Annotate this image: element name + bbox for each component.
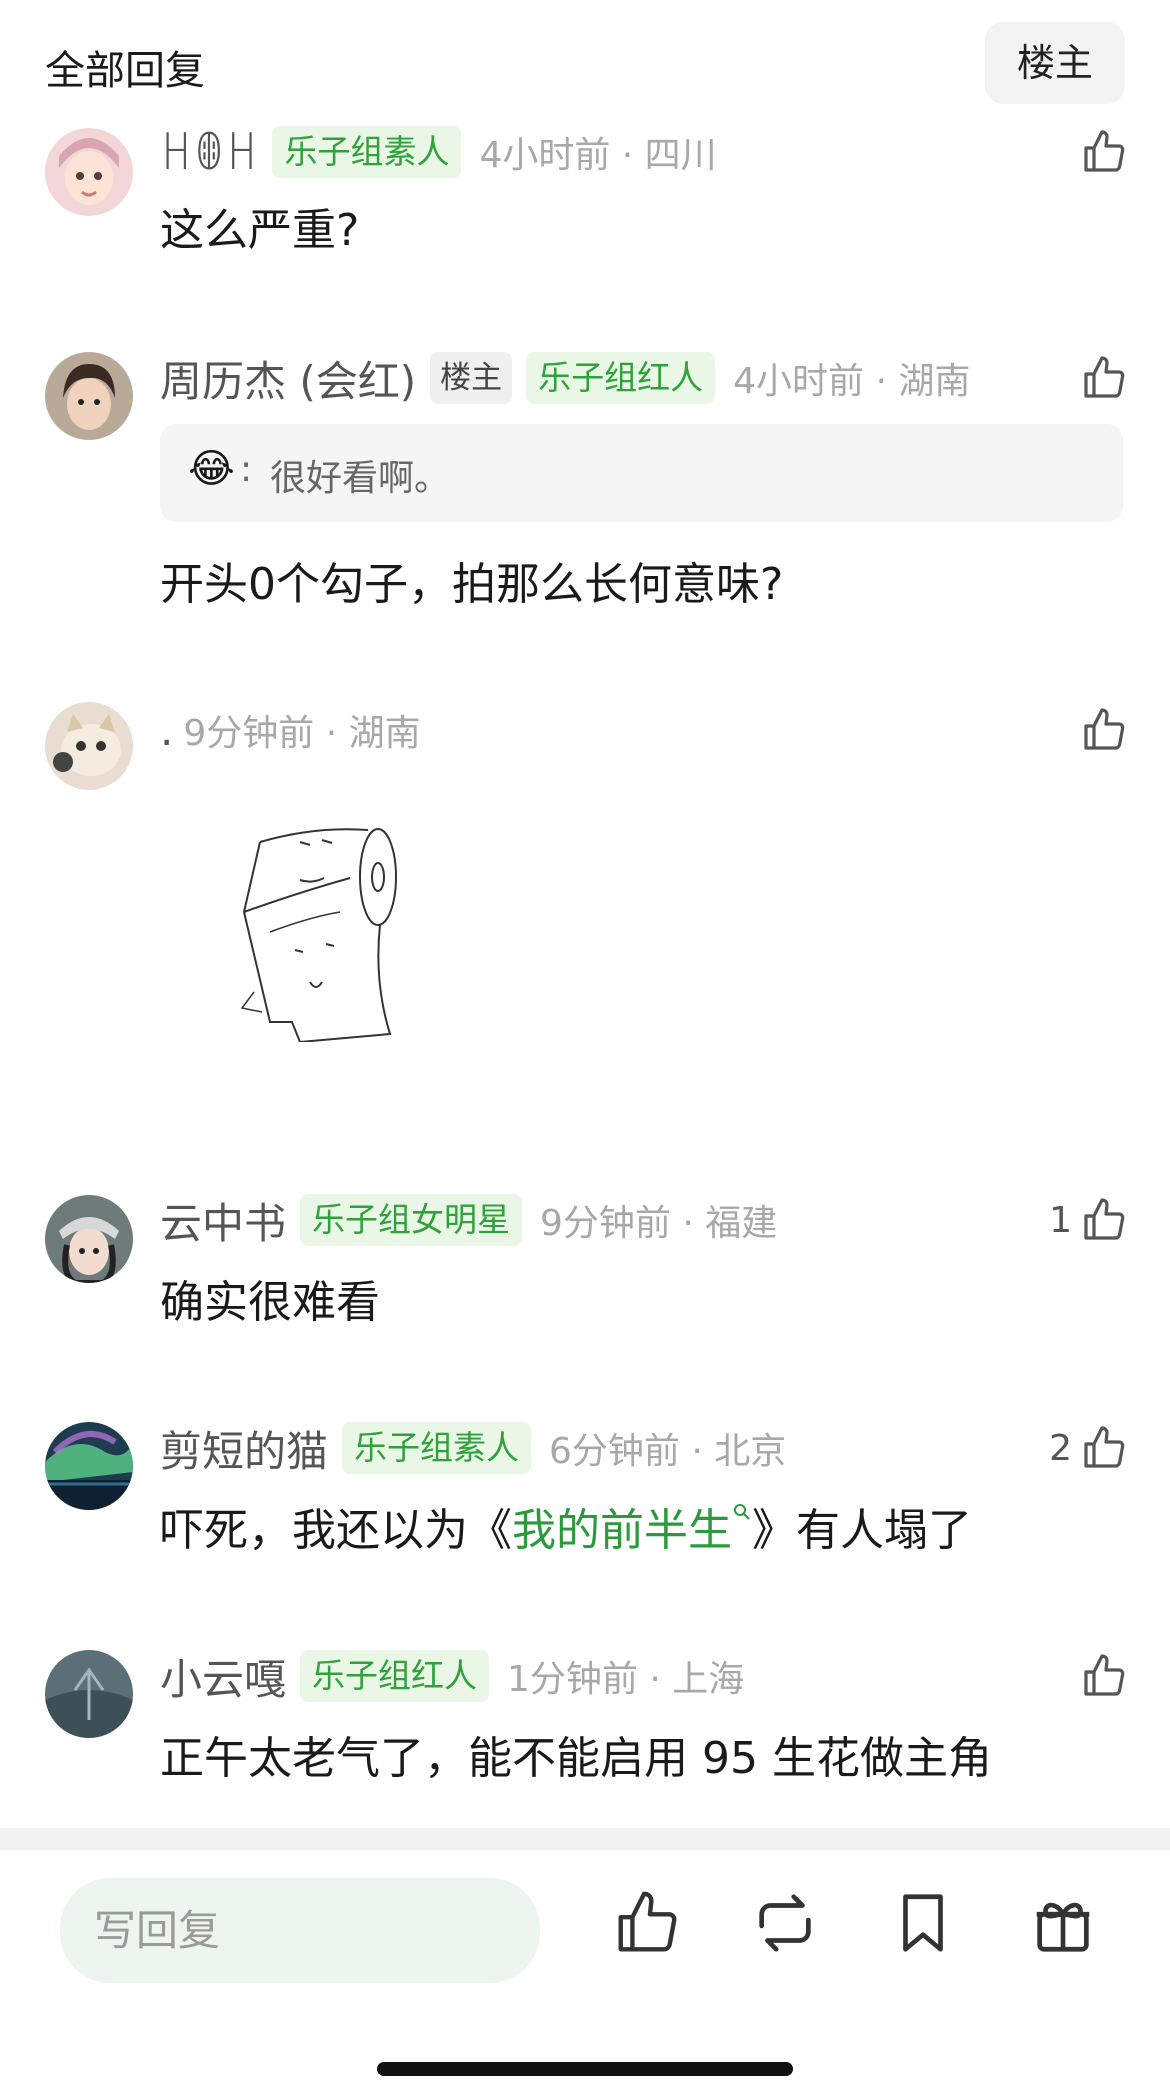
page-title: 全部回复: [45, 48, 205, 94]
comment-text: 正午太老气了，能不能启用 95 生花做主角: [160, 1733, 992, 1784]
divider: [0, 1828, 1170, 1850]
username[interactable]: 剪短的猫: [160, 1418, 328, 1479]
user-badge: 乐子组素人: [342, 1422, 532, 1474]
owner-only-button[interactable]: 楼主: [985, 22, 1125, 104]
thumbs-up-icon: [1084, 1654, 1125, 1696]
comment-text: 开头0个勾子，拍那么长何意味?: [160, 559, 784, 610]
thumbs-up-icon: [1084, 1198, 1125, 1240]
user-badge: 乐子组女明星: [300, 1194, 523, 1246]
reply-input[interactable]: [60, 1878, 540, 1983]
comment-time: 4小时前 · 湖南: [733, 361, 971, 402]
thumbs-up-icon: [1084, 356, 1125, 398]
comment-time: 9分钟前 · 福建: [540, 1203, 778, 1244]
toilet-paper-meme-sticker[interactable]: [240, 822, 400, 1044]
comment-text: 这么严重?: [160, 205, 360, 256]
comment-time: 4小时前 · 四川: [479, 135, 717, 176]
comment-text-before: 吓死，我还以为《: [160, 1505, 512, 1556]
like-button[interactable]: 2: [1049, 1418, 1128, 1478]
like-button[interactable]: [1080, 122, 1128, 182]
bottom-action-bar: [0, 1850, 1170, 2095]
quoted-reply[interactable]: 😂 : 很好看啊。: [160, 424, 1123, 522]
bookmark-icon[interactable]: [888, 1888, 958, 1958]
comment-text-after: 》有人塌了: [752, 1505, 972, 1556]
emoji-laughing-icon: 😂: [188, 446, 235, 492]
quote-text: 很好看啊。: [270, 458, 451, 499]
like-button[interactable]: [1080, 348, 1128, 408]
thumbs-up-icon: [1084, 1426, 1125, 1468]
comment-meta: ꀿꂦꀿ 乐子组素人 4小时前 · 四川: [160, 122, 717, 182]
user-badge: 乐子组红人: [526, 352, 716, 404]
owner-tag: 楼主: [430, 352, 513, 404]
topic-link-label: 我的前半生: [512, 1505, 732, 1556]
username[interactable]: 周历杰 (会红): [160, 348, 416, 409]
username[interactable]: ꀿꂦꀿ: [160, 125, 258, 180]
comment-meta: 小云嘎 乐子组红人 1分钟前 · 上海: [160, 1646, 744, 1706]
search-icon: [734, 1504, 750, 1520]
comment-meta: 云中书 乐子组女明星 9分钟前 · 福建: [160, 1190, 777, 1250]
like-button[interactable]: 1: [1049, 1190, 1128, 1250]
header: 全部回复 楼主: [0, 0, 1170, 122]
comment-time: 1分钟前 · 上海: [507, 1659, 745, 1700]
comment-time: 6分钟前 · 北京: [549, 1431, 787, 1472]
quote-colon: :: [240, 449, 253, 490]
home-indicator: [377, 2062, 793, 2076]
comment-text: 吓死，我还以为《我的前半生 》有人塌了: [160, 1494, 972, 1558]
gift-icon[interactable]: [1028, 1888, 1098, 1958]
comment-meta: 周历杰 (会红) 楼主 乐子组红人 4小时前 · 湖南: [160, 348, 970, 408]
user-badge: 乐子组素人: [272, 126, 462, 178]
comment-meta: 剪短的猫 乐子组素人 6分钟前 · 北京: [160, 1418, 786, 1478]
like-button[interactable]: [1080, 1646, 1128, 1706]
comment-text: 确实很难看: [160, 1277, 380, 1328]
username[interactable]: 小云嘎: [160, 1646, 286, 1707]
comment-time: 9分钟前 · 湖南: [183, 713, 421, 754]
thumbs-up-icon: [1084, 708, 1125, 750]
like-count: 1: [1049, 1199, 1072, 1241]
like-button[interactable]: [1080, 700, 1128, 760]
topic-link[interactable]: 我的前半生: [512, 1504, 752, 1556]
repost-icon[interactable]: [750, 1888, 820, 1958]
avatar[interactable]: [45, 1650, 133, 1738]
like-count: 2: [1049, 1427, 1072, 1469]
username[interactable]: .: [160, 706, 173, 755]
avatar[interactable]: [45, 352, 133, 440]
avatar[interactable]: [45, 1422, 133, 1510]
username[interactable]: 云中书: [160, 1190, 286, 1251]
comment-meta: . 9分钟前 · 湖南: [160, 700, 421, 760]
avatar[interactable]: [45, 1195, 133, 1283]
avatar[interactable]: [45, 128, 133, 216]
user-badge: 乐子组红人: [300, 1650, 490, 1702]
thumbs-up-icon: [1084, 130, 1125, 172]
thumbs-up-icon[interactable]: [612, 1888, 682, 1958]
avatar[interactable]: [45, 702, 133, 790]
